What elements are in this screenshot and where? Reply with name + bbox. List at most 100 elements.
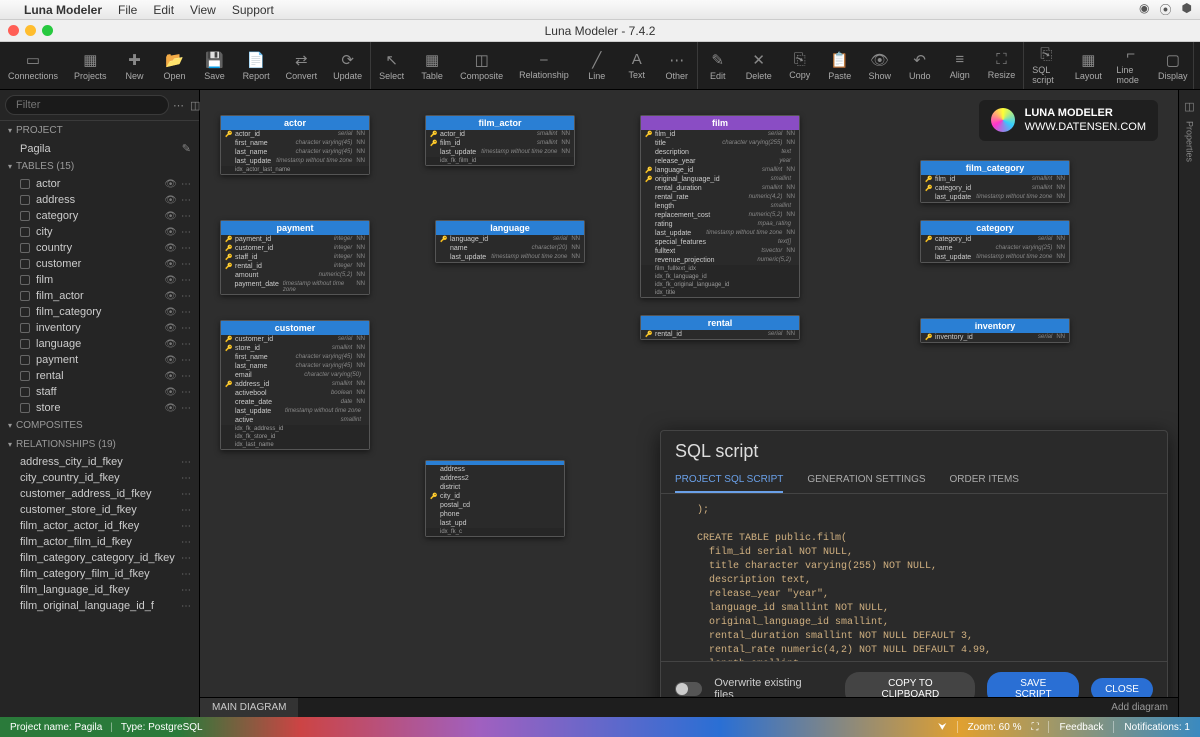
relationship-item[interactable]: film_language_id_fkey⋯ — [0, 582, 199, 598]
er-table-film_category[interactable]: film_category🔑film_idsmallintNN🔑category… — [920, 160, 1070, 203]
layout-button[interactable]: ▦Layout — [1068, 42, 1108, 89]
more-icon[interactable]: ⋯ — [181, 521, 191, 532]
table-item-city[interactable]: city👁⋯ — [0, 224, 199, 240]
tab-generation-settings[interactable]: GENERATION SETTINGS — [807, 468, 925, 493]
table-item-staff[interactable]: staff👁⋯ — [0, 384, 199, 400]
table-item-payment[interactable]: payment👁⋯ — [0, 352, 199, 368]
more-icon[interactable]: ⋯ — [181, 307, 191, 318]
connections-button[interactable]: ▭Connections — [0, 42, 66, 89]
properties-rail[interactable]: ◫ Properties — [1178, 90, 1200, 717]
project-item[interactable]: Pagila ✎ — [0, 140, 199, 157]
relationship-item[interactable]: film_category_film_id_fkey⋯ — [0, 566, 199, 582]
tab-project-sql-script[interactable]: PROJECT SQL SCRIPT — [675, 468, 783, 493]
table-item-language[interactable]: language👁⋯ — [0, 336, 199, 352]
visibility-icon[interactable]: 👁 — [164, 323, 177, 334]
visibility-icon[interactable]: 👁 — [164, 243, 177, 254]
table-item-film_category[interactable]: film_category👁⋯ — [0, 304, 199, 320]
relationship-item[interactable]: film_actor_film_id_fkey⋯ — [0, 534, 199, 550]
menu-view[interactable]: View — [190, 3, 216, 17]
delete-button[interactable]: ✕Delete — [738, 42, 780, 89]
line-button[interactable]: ╱Line — [577, 42, 617, 89]
more-icon[interactable]: ⋯ — [181, 371, 191, 382]
status-feedback[interactable]: Feedback — [1059, 722, 1103, 733]
line-mode-button[interactable]: ⌐Line mode — [1108, 42, 1152, 89]
shield-icon[interactable]: ⬢ — [1182, 1, 1192, 18]
more-icon[interactable]: ⋯ — [181, 387, 191, 398]
more-icon[interactable]: ⋯ — [181, 227, 191, 238]
visibility-icon[interactable]: 👁 — [164, 275, 177, 286]
visibility-icon[interactable]: 👁 — [164, 371, 177, 382]
er-table-film[interactable]: film🔑film_idserialNNtitlecharacter varyi… — [640, 115, 800, 298]
visibility-icon[interactable]: 👁 — [164, 355, 177, 366]
more-icon[interactable]: ⋯ — [181, 339, 191, 350]
text-button[interactable]: AText — [617, 42, 657, 89]
more-icon[interactable]: ⋯ — [181, 275, 191, 286]
relationship-button[interactable]: ⎯Relationship — [511, 42, 577, 89]
visibility-icon[interactable]: 👁 — [164, 259, 177, 270]
more-icon[interactable]: ⋯ — [181, 323, 191, 334]
projects-button[interactable]: ▦Projects — [66, 42, 115, 89]
table-item-address[interactable]: address👁⋯ — [0, 192, 199, 208]
menu-support[interactable]: Support — [232, 3, 274, 17]
visibility-icon[interactable]: 👁 — [164, 339, 177, 350]
table-item-store[interactable]: store👁⋯ — [0, 400, 199, 416]
project-header[interactable]: ▾ PROJECT — [0, 121, 199, 140]
panel-icon[interactable]: ◫ — [1184, 100, 1194, 113]
table-item-category[interactable]: category👁⋯ — [0, 208, 199, 224]
more-icon[interactable]: ⋯ — [181, 569, 191, 580]
relationship-item[interactable]: customer_store_id_fkey⋯ — [0, 502, 199, 518]
sql-script-button[interactable]: ⎘SQL script — [1024, 42, 1068, 89]
more-icon[interactable]: ⋯ — [181, 505, 191, 516]
zoom-expand-icon[interactable]: ⛶ — [1031, 722, 1038, 733]
more-icon[interactable]: ⋯ — [181, 585, 191, 596]
visibility-icon[interactable]: 👁 — [164, 195, 177, 206]
add-diagram-button[interactable]: Add diagram — [1101, 702, 1178, 713]
open-button[interactable]: 📂Open — [155, 42, 195, 89]
panel-toggle-icon[interactable]: ◫ — [190, 99, 200, 112]
overwrite-toggle[interactable] — [675, 682, 702, 696]
table-item-actor[interactable]: actor👁⋯ — [0, 176, 199, 192]
more-icon[interactable]: ⋯ — [181, 473, 191, 484]
more-icon[interactable]: ⋯ — [181, 489, 191, 500]
window-maximize-button[interactable] — [42, 25, 53, 36]
visibility-icon[interactable]: 👁 — [164, 387, 177, 398]
update-button[interactable]: ⟳Update — [325, 42, 370, 89]
relationship-item[interactable]: address_city_id_fkey⋯ — [0, 454, 199, 470]
lock-icon[interactable]: ⦿ — [1160, 1, 1172, 18]
er-table-language[interactable]: language🔑language_idserialNNnamecharacte… — [435, 220, 585, 263]
relationship-item[interactable]: film_category_category_id_fkey⋯ — [0, 550, 199, 566]
er-table-payment[interactable]: payment🔑payment_idintegerNN🔑customer_idi… — [220, 220, 370, 295]
visibility-icon[interactable]: 👁 — [164, 403, 177, 414]
er-table-category[interactable]: category🔑category_idserialNNnamecharacte… — [920, 220, 1070, 263]
tab-order-items[interactable]: ORDER ITEMS — [950, 468, 1019, 493]
more-icon[interactable]: ⋯ — [181, 553, 191, 564]
edit-icon[interactable]: ✎ — [182, 142, 191, 155]
visibility-icon[interactable]: 👁 — [164, 227, 177, 238]
relationship-item[interactable]: customer_address_id_fkey⋯ — [0, 486, 199, 502]
more-icon[interactable]: ⋯ — [181, 243, 191, 254]
paste-button[interactable]: 📋Paste — [820, 42, 860, 89]
table-item-inventory[interactable]: inventory👁⋯ — [0, 320, 199, 336]
table-button[interactable]: ▦Table — [412, 42, 452, 89]
status-zoom[interactable]: Zoom: 60 % — [968, 722, 1022, 733]
filter-more-icon[interactable]: ⋯ — [173, 99, 184, 112]
table-item-film_actor[interactable]: film_actor👁⋯ — [0, 288, 199, 304]
report-button[interactable]: 📄Report — [235, 42, 278, 89]
visibility-icon[interactable]: 👁 — [164, 307, 177, 318]
composites-header[interactable]: ▾ COMPOSITES — [0, 416, 199, 435]
select-button[interactable]: ↖Select — [371, 42, 412, 89]
relationship-item[interactable]: city_country_id_fkey⋯ — [0, 470, 199, 486]
more-icon[interactable]: ⋯ — [181, 355, 191, 366]
resize-button[interactable]: ⛶Resize — [980, 42, 1024, 89]
more-icon[interactable]: ⋯ — [181, 537, 191, 548]
visibility-icon[interactable]: 👁 — [164, 291, 177, 302]
relationships-header[interactable]: ▾ RELATIONSHIPS (19) — [0, 435, 199, 454]
undo-button[interactable]: ↶Undo — [900, 42, 940, 89]
visibility-icon[interactable]: 👁 — [164, 211, 177, 222]
align-button[interactable]: ≡Align — [940, 42, 980, 89]
er-table-rental[interactable]: rental🔑rental_idserialNN — [640, 315, 800, 340]
er-table-customer[interactable]: customer🔑customer_idserialNN🔑store_idsma… — [220, 320, 370, 450]
more-icon[interactable]: ⋯ — [181, 601, 191, 612]
visibility-icon[interactable]: 👁 — [164, 179, 177, 190]
other-button[interactable]: ⋯Other — [657, 42, 697, 89]
